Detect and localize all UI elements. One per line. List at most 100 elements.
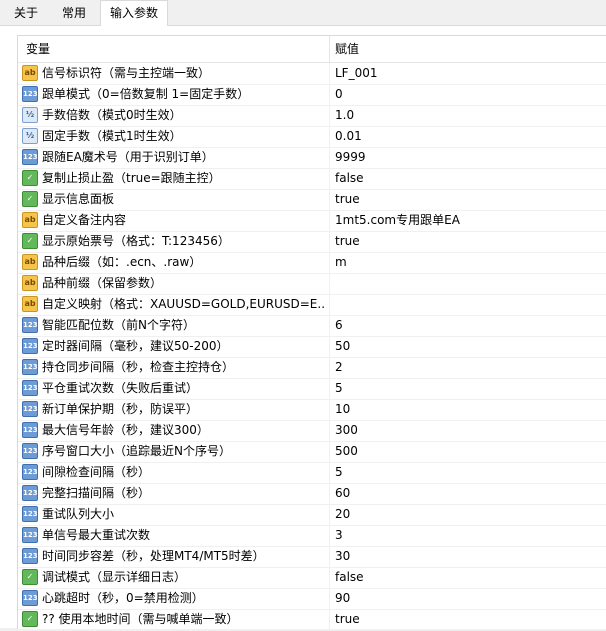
- parameter-name: 信号标识符（需与主控端一致）: [42, 66, 211, 80]
- parameter-value[interactable]: 5: [335, 462, 343, 483]
- parameter-value[interactable]: 3: [335, 525, 343, 546]
- parameter-row[interactable]: 123 持仓同步间隔（秒，检查主控持仓） 2: [18, 357, 606, 379]
- integer-type-icon: 123: [22, 443, 38, 459]
- parameter-value[interactable]: 10: [335, 399, 350, 420]
- parameter-row[interactable]: ab 自定义备注内容 1mt5.com专用跟单EA: [18, 210, 606, 232]
- parameter-value[interactable]: 1mt5.com专用跟单EA: [335, 210, 460, 231]
- parameter-name: 序号窗口大小（追踪最近N个序号）: [42, 444, 231, 458]
- parameter-row[interactable]: 123 定时器间隔（毫秒，建议50-200） 50: [18, 336, 606, 358]
- column-separator: [329, 567, 330, 588]
- column-separator: [329, 210, 330, 231]
- parameter-row[interactable]: 123 单信号最大重试次数 3: [18, 525, 606, 547]
- parameter-grid: 变量 赋值 ab 信号标识符（需与主控端一致） LF_001 123 跟单模式（0=倍数…: [17, 35, 606, 631]
- parameter-name: 完整扫描间隔（秒）: [42, 486, 151, 500]
- header-separator[interactable]: [329, 36, 330, 62]
- column-separator: [329, 588, 330, 609]
- parameter-name: 自定义备注内容: [42, 213, 127, 227]
- parameter-name: 定时器间隔（毫秒，建议50-200）: [42, 339, 229, 353]
- parameter-row[interactable]: 123 重试队列大小 20: [18, 504, 606, 526]
- parameter-name: 显示原始票号（格式：T:123456）: [42, 234, 230, 248]
- parameter-value[interactable]: false: [335, 567, 364, 588]
- column-separator: [329, 168, 330, 189]
- parameter-row[interactable]: 123 最大信号年龄（秒，建议300） 300: [18, 420, 606, 442]
- parameter-row[interactable]: 123 跟随EA魔术号（用于识别订单） 9999: [18, 147, 606, 169]
- string-type-icon: ab: [22, 275, 38, 291]
- parameter-value[interactable]: m: [335, 252, 347, 273]
- parameter-row[interactable]: ✓ 显示信息面板 true: [18, 189, 606, 211]
- parameter-row[interactable]: 123 新订单保护期（秒，防误平） 10: [18, 399, 606, 421]
- parameter-value[interactable]: true: [335, 609, 360, 630]
- integer-type-icon: 123: [22, 359, 38, 375]
- parameter-value[interactable]: true: [335, 189, 360, 210]
- double-type-icon: ½: [22, 128, 38, 144]
- tab-inputs[interactable]: 输入参数: [100, 0, 168, 27]
- parameter-value[interactable]: 50: [335, 336, 350, 357]
- integer-type-icon: 123: [22, 548, 38, 564]
- column-separator: [329, 441, 330, 462]
- parameter-value[interactable]: 0: [335, 84, 343, 105]
- parameter-row[interactable]: ✓ 调试模式（显示详细日志） false: [18, 567, 606, 589]
- parameter-row[interactable]: 123 间隙检查间隔（秒） 5: [18, 462, 606, 484]
- parameter-row[interactable]: ✓ 复制止损止盈（true=跟随主控） false: [18, 168, 606, 190]
- parameter-row[interactable]: ✓ 显示原始票号（格式：T:123456） true: [18, 231, 606, 253]
- parameter-value[interactable]: 0.01: [335, 126, 362, 147]
- parameter-value[interactable]: false: [335, 168, 364, 189]
- parameter-value[interactable]: 500: [335, 441, 358, 462]
- parameter-name: 跟随EA魔术号（用于识别订单）: [42, 150, 214, 164]
- boolean-type-icon: ✓: [22, 233, 38, 249]
- boolean-type-icon: ✓: [22, 569, 38, 585]
- parameter-row[interactable]: 123 平仓重试次数（失败后重试） 5: [18, 378, 606, 400]
- parameter-value[interactable]: 20: [335, 504, 350, 525]
- parameter-row[interactable]: 123 跟单模式（0=倍数复制 1=固定手数） 0: [18, 84, 606, 106]
- parameter-value[interactable]: 9999: [335, 147, 366, 168]
- integer-type-icon: 123: [22, 86, 38, 102]
- parameter-row[interactable]: ½ 固定手数（模式1时生效） 0.01: [18, 126, 606, 148]
- boolean-type-icon: ✓: [22, 191, 38, 207]
- parameter-name: 新订单保护期（秒，防误平）: [42, 402, 199, 416]
- parameter-row[interactable]: ab 信号标识符（需与主控端一致） LF_001: [18, 63, 606, 85]
- parameter-name: 固定手数（模式1时生效）: [42, 129, 182, 143]
- parameter-row[interactable]: ab 品种后缀（如：.ecn、.raw） m: [18, 252, 606, 274]
- tab-about[interactable]: 关于: [6, 2, 46, 24]
- parameter-name: 复制止损止盈（true=跟随主控）: [42, 171, 221, 185]
- parameter-row[interactable]: 123 时间同步容差（秒，处理MT4/MT5时差） 30: [18, 546, 606, 568]
- integer-type-icon: 123: [22, 464, 38, 480]
- header-value[interactable]: 赋值: [335, 36, 359, 62]
- parameter-value[interactable]: 5: [335, 378, 343, 399]
- header-variable[interactable]: 变量: [26, 36, 50, 62]
- parameter-name: 持仓同步间隔（秒，检查主控持仓）: [42, 360, 235, 374]
- column-separator: [329, 483, 330, 504]
- integer-type-icon: 123: [22, 527, 38, 543]
- parameter-row[interactable]: 123 完整扫描间隔（秒） 60: [18, 483, 606, 505]
- parameter-row[interactable]: ab 自定义映射（格式：XAUUSD=GOLD,EURUSD=E...: [18, 294, 606, 316]
- parameter-value[interactable]: 60: [335, 483, 350, 504]
- parameter-row[interactable]: 123 序号窗口大小（追踪最近N个序号） 500: [18, 441, 606, 463]
- parameter-row[interactable]: 123 心跳超时（秒，0=禁用检测） 90: [18, 588, 606, 610]
- integer-type-icon: 123: [22, 590, 38, 606]
- parameter-name: 心跳超时（秒，0=禁用检测）: [42, 591, 204, 605]
- parameter-value[interactable]: 300: [335, 420, 358, 441]
- column-separator: [329, 546, 330, 567]
- column-separator: [329, 231, 330, 252]
- parameter-value[interactable]: 1.0: [335, 105, 354, 126]
- column-separator: [329, 378, 330, 399]
- parameter-name: ?? 使用本地时间（需与喊单端一致）: [42, 612, 239, 626]
- integer-type-icon: 123: [22, 401, 38, 417]
- string-type-icon: ab: [22, 296, 38, 312]
- parameter-value[interactable]: 30: [335, 546, 350, 567]
- parameter-row[interactable]: ab 品种前缀（保留参数）: [18, 273, 606, 295]
- integer-type-icon: 123: [22, 380, 38, 396]
- boolean-type-icon: ✓: [22, 170, 38, 186]
- parameter-row[interactable]: ½ 手数倍数（模式0时生效） 1.0: [18, 105, 606, 127]
- parameter-name: 单信号最大重试次数: [42, 528, 151, 542]
- parameter-value[interactable]: LF_001: [335, 63, 378, 84]
- parameter-value[interactable]: true: [335, 231, 360, 252]
- integer-type-icon: 123: [22, 149, 38, 165]
- double-type-icon: ½: [22, 107, 38, 123]
- parameter-row[interactable]: 123 智能匹配位数（前N个字符） 6: [18, 315, 606, 337]
- tab-common[interactable]: 常用: [52, 2, 96, 24]
- column-separator: [329, 147, 330, 168]
- parameter-value[interactable]: 2: [335, 357, 343, 378]
- parameter-value[interactable]: 90: [335, 588, 350, 609]
- parameter-value[interactable]: 6: [335, 315, 343, 336]
